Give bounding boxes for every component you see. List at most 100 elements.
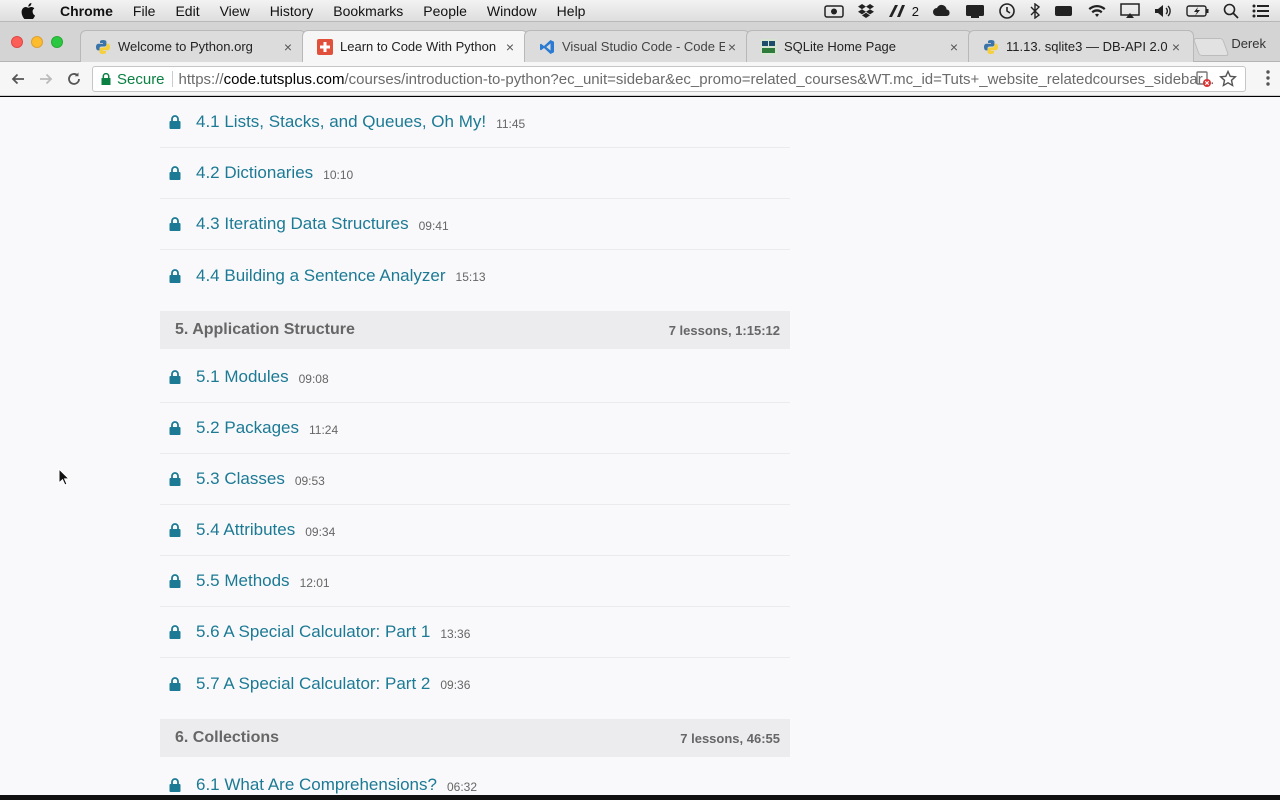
lesson-title[interactable]: 5.1 Modules [196, 367, 289, 387]
lesson-duration: 15:13 [455, 270, 486, 284]
lesson-title[interactable]: 5.4 Attributes [196, 520, 295, 540]
status-icons: 2 [824, 0, 1270, 22]
section-meta: 7 lessons, 46:55 [680, 730, 780, 746]
wifi-icon[interactable] [1087, 3, 1107, 19]
url-path: /courses/introduction-to-python?ec_unit=… [344, 70, 1215, 88]
menu-history[interactable]: History [260, 0, 324, 22]
menu-view[interactable]: View [210, 0, 260, 22]
volume-icon[interactable] [1153, 3, 1173, 19]
lock-icon [169, 370, 183, 384]
address-bar[interactable]: Secure https://code.tutsplus.com/courses… [92, 66, 1246, 92]
dropbox-icon[interactable] [857, 3, 875, 19]
menu-bookmarks[interactable]: Bookmarks [323, 0, 413, 22]
airplay-icon[interactable] [1120, 3, 1140, 19]
tab-close-icon[interactable]: × [1169, 39, 1183, 55]
tab-python-org[interactable]: Welcome to Python.org × [80, 30, 306, 62]
screen-record-icon[interactable] [824, 4, 844, 18]
lesson-row[interactable]: 5.4 Attributes 09:34 [160, 505, 790, 556]
section-header[interactable]: 5. Application Structure 7 lessons, 1:15… [160, 311, 790, 349]
lesson-row[interactable]: 5.1 Modules 09:08 [160, 352, 790, 403]
lesson-duration: 09:53 [294, 473, 325, 488]
menu-window[interactable]: Window [477, 0, 547, 22]
minimize-window-button[interactable] [31, 36, 43, 48]
mouse-cursor-icon [58, 467, 71, 491]
battery-monitor-icon[interactable] [1054, 4, 1074, 18]
lesson-title[interactable]: 5.5 Methods [196, 571, 290, 591]
tab-vscode[interactable]: Visual Studio Code - Code Ed × [524, 30, 750, 62]
menu-people[interactable]: People [413, 0, 477, 22]
vscode-icon [539, 39, 555, 55]
lesson-duration: 09:08 [298, 371, 329, 386]
omnibox-divider [171, 71, 173, 87]
lesson-duration: 11:24 [309, 422, 339, 437]
reload-icon[interactable] [60, 65, 88, 93]
lesson-duration: 13:36 [440, 626, 471, 641]
lesson-row[interactable]: 6.1 What Are Comprehensions? 06:32 [160, 760, 790, 795]
close-window-button[interactable] [11, 36, 23, 48]
notification-center-icon[interactable] [1252, 4, 1270, 18]
lock-icon [169, 625, 183, 639]
lock-icon [169, 778, 183, 792]
lesson-title[interactable]: 4.3 Iterating Data Structures [196, 214, 409, 234]
tab-close-icon[interactable]: × [503, 39, 517, 55]
tab-close-icon[interactable]: × [725, 39, 739, 55]
lesson-title[interactable]: 4.2 Dictionaries [196, 163, 313, 183]
lesson-row[interactable]: 4.2 Dictionaries 10:10 [160, 148, 790, 199]
blocker-extension-icon[interactable] [1195, 71, 1211, 91]
teamviewer-icon[interactable] [965, 3, 985, 19]
zoom-window-button[interactable] [51, 36, 63, 48]
course-lesson-list: 4.1 Lists, Stacks, and Queues, Oh My! 11… [160, 97, 790, 795]
lesson-row[interactable]: 4.3 Iterating Data Structures 09:41 [160, 199, 790, 250]
battery-icon[interactable] [1186, 4, 1210, 18]
bluetooth-icon[interactable] [1029, 3, 1041, 19]
lesson-row[interactable]: 4.1 Lists, Stacks, and Queues, Oh My! 11… [160, 97, 790, 148]
new-tab-button[interactable] [1192, 38, 1230, 56]
tab-title: Learn to Code With Python [340, 39, 497, 54]
lesson-title[interactable]: 4.1 Lists, Stacks, and Queues, Oh My! [196, 112, 486, 132]
tab-title: SQLite Home Page [784, 39, 897, 54]
time-machine-icon[interactable] [998, 2, 1016, 20]
tab-sqlite3-docs[interactable]: 11.13. sqlite3 — DB-API 2.0 i × [968, 30, 1194, 62]
lesson-title[interactable]: 4.4 Building a Sentence Analyzer [196, 266, 446, 286]
macos-menu-bar: Chrome File Edit View History Bookmarks … [0, 0, 1280, 22]
menu-app-name[interactable]: Chrome [50, 0, 123, 22]
window-bottom-edge [0, 795, 1280, 800]
lesson-title[interactable]: 5.6 A Special Calculator: Part 1 [196, 622, 430, 642]
back-arrow-icon[interactable] [4, 65, 32, 93]
section-header[interactable]: 6. Collections 7 lessons, 46:55 [160, 719, 790, 757]
menu-file[interactable]: File [123, 0, 166, 22]
forward-arrow-icon[interactable] [32, 65, 60, 93]
adobe-icon[interactable]: 2 [888, 4, 919, 19]
lesson-row[interactable]: 5.6 A Special Calculator: Part 1 13:36 [160, 607, 790, 658]
bookmark-star-icon[interactable] [1218, 69, 1238, 91]
lesson-row[interactable]: 5.3 Classes 09:53 [160, 454, 790, 505]
lock-icon [169, 217, 183, 231]
apple-menu-icon[interactable] [18, 2, 38, 19]
tab-learn-to-code[interactable]: Learn to Code With Python × [302, 30, 528, 62]
profile-name[interactable]: Derek [1231, 36, 1266, 51]
lesson-duration: 09:36 [440, 678, 471, 692]
lesson-row[interactable]: 5.5 Methods 12:01 [160, 556, 790, 607]
lesson-title[interactable]: 6.1 What Are Comprehensions? [196, 775, 437, 795]
lock-icon [169, 268, 183, 283]
menu-edit[interactable]: Edit [165, 0, 209, 22]
lesson-row[interactable]: 5.7 A Special Calculator: Part 2 09:36 [160, 658, 790, 709]
lesson-title[interactable]: 5.3 Classes [196, 469, 285, 489]
lesson-duration: 09:41 [418, 218, 449, 233]
lesson-title[interactable]: 5.2 Packages [196, 418, 299, 438]
lesson-row[interactable]: 4.4 Building a Sentence Analyzer 15:13 [160, 250, 790, 301]
url-host: code.tutsplus.com [223, 70, 345, 88]
cloud-icon[interactable] [932, 4, 952, 18]
section-meta: 7 lessons, 1:15:12 [668, 322, 780, 338]
lock-icon [169, 574, 183, 588]
python-icon [983, 39, 999, 55]
tab-close-icon[interactable]: × [947, 39, 961, 55]
lesson-title[interactable]: 5.7 A Special Calculator: Part 2 [196, 674, 430, 694]
url-scheme: https:// [178, 70, 224, 88]
spotlight-search-icon[interactable] [1223, 3, 1239, 19]
menu-help[interactable]: Help [547, 0, 596, 22]
chrome-menu-icon[interactable] [1266, 70, 1270, 91]
lesson-row[interactable]: 5.2 Packages 11:24 [160, 403, 790, 454]
tab-sqlite[interactable]: SQLite Home Page × [746, 30, 972, 62]
tab-close-icon[interactable]: × [281, 39, 295, 55]
